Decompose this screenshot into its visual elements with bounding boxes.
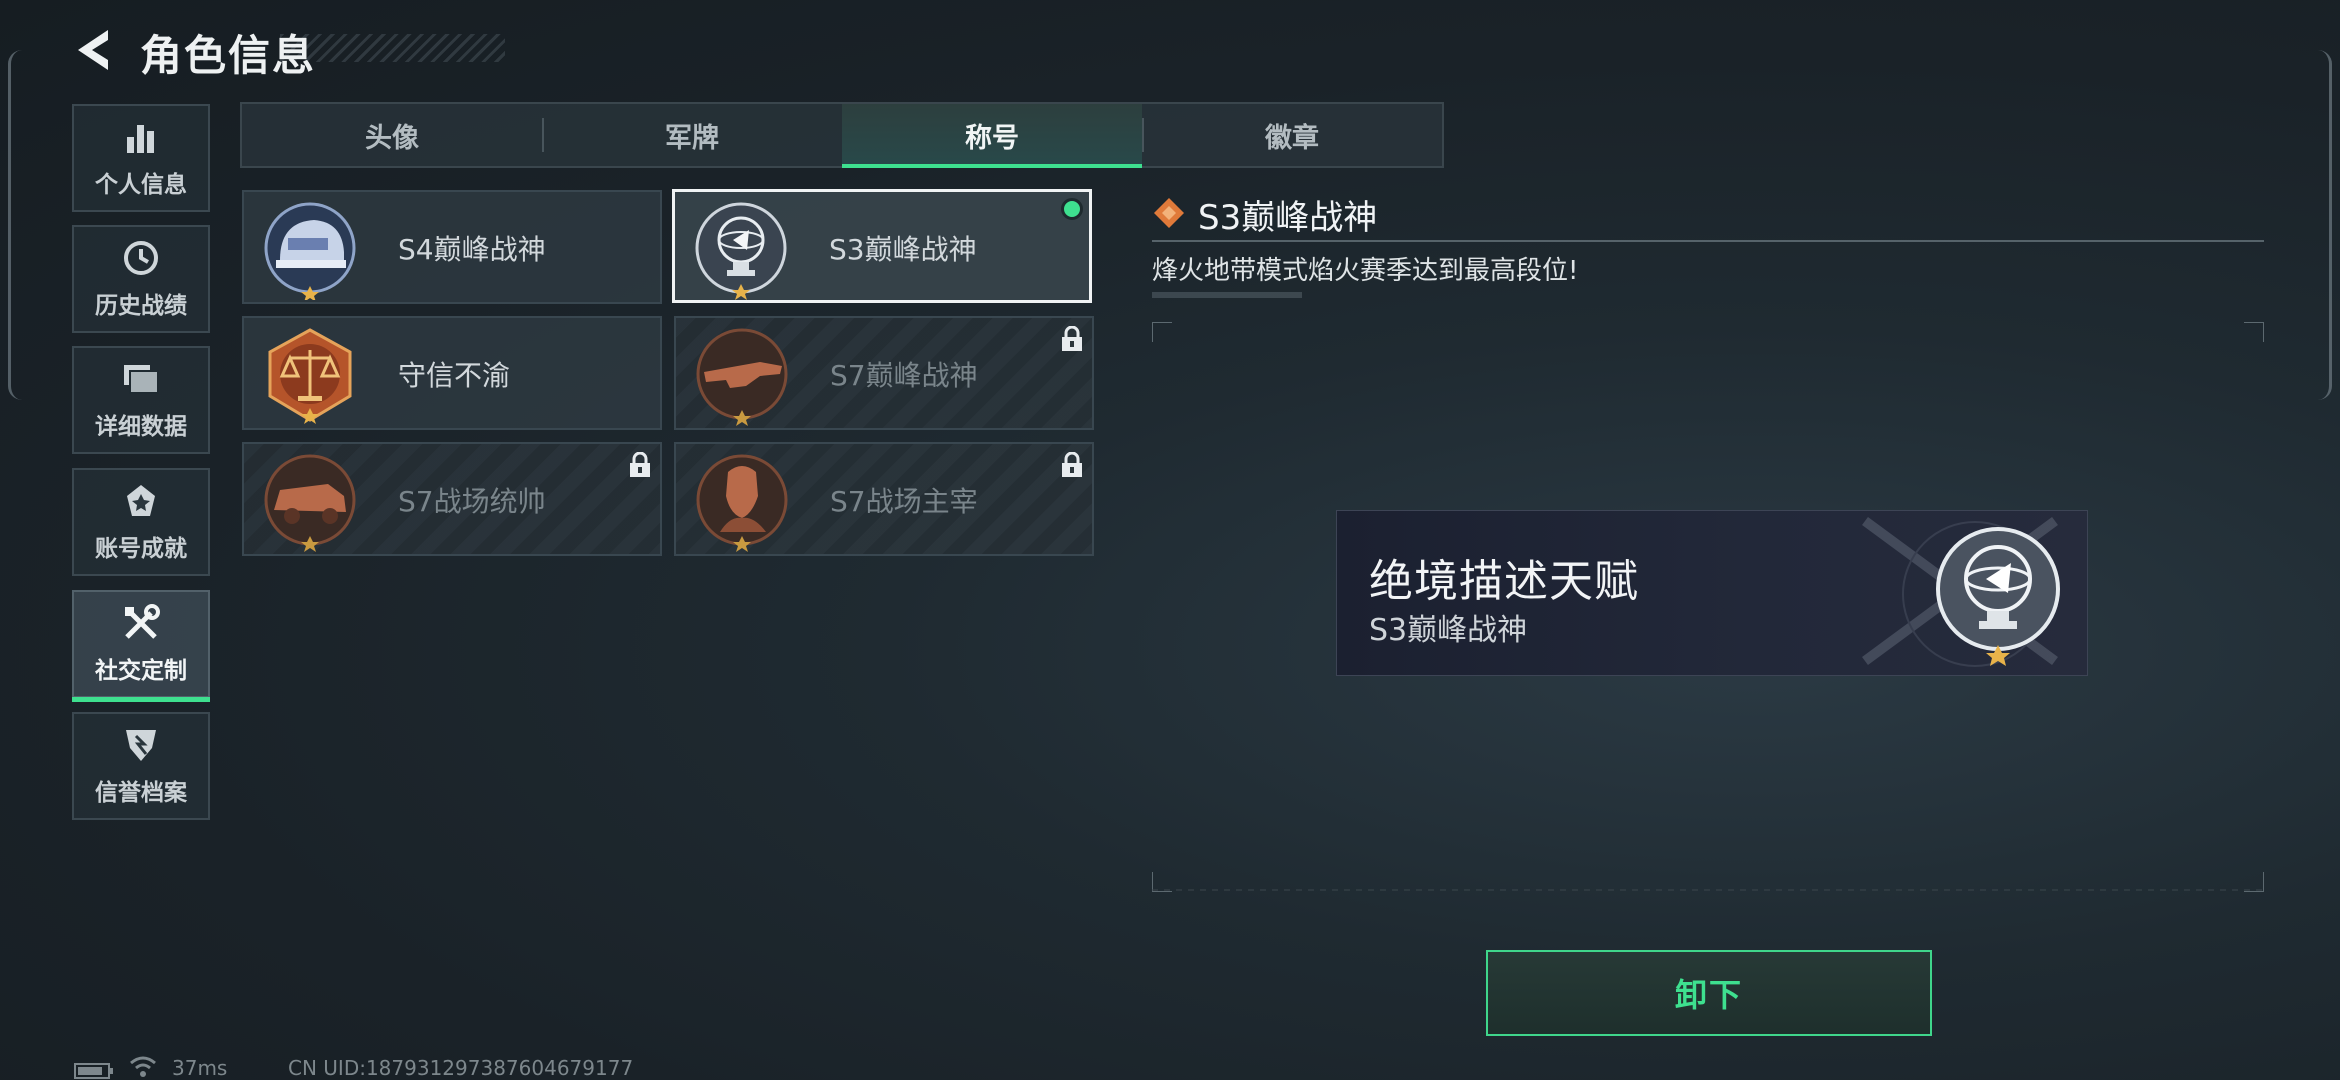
title-name: S4巅峰战神 xyxy=(398,233,546,266)
lock-icon xyxy=(1062,326,1082,351)
vehicle-medal-icon xyxy=(264,454,356,552)
title-card-s7-peak[interactable]: S7巅峰战神 xyxy=(674,316,1094,430)
sidebar-item-reputation[interactable]: 信誉档案 xyxy=(72,712,210,820)
bar-chart-icon xyxy=(121,117,161,157)
scales-medal-icon xyxy=(268,328,352,424)
title-name: S7战场统帅 xyxy=(398,485,546,518)
title-card-s3-peak[interactable]: S3巅峰战神 xyxy=(672,189,1092,303)
uid-readout: CN UID:187931297387604679177 xyxy=(288,1056,634,1080)
title-card-s7-dominator[interactable]: S7战场主宰 xyxy=(674,442,1094,556)
title-card-faithful[interactable]: 守信不渝 xyxy=(242,316,662,430)
sidebar-item-achievements[interactable]: 账号成就 xyxy=(72,468,210,576)
title-name: S3巅峰战神 xyxy=(829,233,977,266)
achievement-icon xyxy=(121,481,161,521)
rifle-medal-icon xyxy=(696,328,788,426)
sidebar-item-history[interactable]: 历史战绩 xyxy=(72,225,210,333)
shield-icon xyxy=(121,725,161,765)
unequip-button[interactable]: 卸下 xyxy=(1486,950,1932,1036)
title-name: S7巅峰战神 xyxy=(830,359,978,392)
helmet-medal-icon xyxy=(264,202,356,300)
equipped-indicator xyxy=(1061,198,1083,220)
detail-title: S3巅峰战神 xyxy=(1198,198,1378,238)
wifi-icon xyxy=(130,1056,156,1077)
lock-icon xyxy=(630,452,650,477)
sidebar-item-label: 详细数据 xyxy=(95,414,187,440)
detail-divider xyxy=(1152,240,2264,242)
globe-trophy-medal-icon xyxy=(695,202,787,300)
tab-avatar[interactable]: 头像 xyxy=(242,104,542,166)
lock-icon xyxy=(1062,452,1082,477)
nameplate-subtitle: S3巅峰战神 xyxy=(1369,613,1528,648)
nameplate-title: 绝境描述天赋 xyxy=(1369,556,1639,607)
sidebar-item-label: 历史战绩 xyxy=(95,293,187,319)
left-edge-bracket xyxy=(8,50,22,400)
right-edge-bracket xyxy=(2318,50,2332,400)
detail-decoration-bar xyxy=(1152,292,1302,298)
ping-readout: 37ms xyxy=(172,1056,228,1080)
sidebar-item-label: 信誉档案 xyxy=(95,780,187,806)
diamond-icon xyxy=(1154,198,1184,228)
battery-icon xyxy=(74,1063,113,1079)
sidebar-item-detailed-data[interactable]: 详细数据 xyxy=(72,346,210,454)
tab-badge[interactable]: 徽章 xyxy=(1142,104,1442,166)
sidebar-item-label: 社交定制 xyxy=(95,658,187,684)
tab-title[interactable]: 称号 xyxy=(842,104,1142,168)
sidebar-item-label: 个人信息 xyxy=(95,172,187,198)
back-button[interactable] xyxy=(68,24,120,76)
detail-description: 烽火地带模式焰火赛季达到最高段位! xyxy=(1152,256,1579,286)
tab-bar: 头像 军牌 称号 徽章 xyxy=(240,102,1444,168)
sidebar-item-profile[interactable]: 个人信息 xyxy=(72,104,210,212)
clock-icon xyxy=(121,238,161,278)
back-arrow-icon xyxy=(78,30,108,70)
title-card-s4-peak[interactable]: S4巅峰战神 xyxy=(242,190,662,304)
sidebar-item-social-custom[interactable]: 社交定制 xyxy=(72,590,210,702)
globe-trophy-medal-icon xyxy=(1936,527,2060,666)
page-title: 角色信息 xyxy=(140,31,317,80)
tab-dogtag[interactable]: 军牌 xyxy=(542,104,842,166)
folders-icon xyxy=(121,359,161,399)
title-name: 守信不渝 xyxy=(398,359,511,392)
title-name: S7战场主宰 xyxy=(830,485,978,518)
title-card-s7-commander[interactable]: S7战场统帅 xyxy=(242,442,662,556)
tools-icon xyxy=(121,603,161,643)
unequip-button-label: 卸下 xyxy=(1674,976,1743,1014)
soldier-medal-icon xyxy=(696,454,788,552)
nameplate-preview: 绝境描述天赋 S3巅峰战神 xyxy=(1336,510,2088,676)
sidebar-item-label: 账号成就 xyxy=(95,536,187,562)
